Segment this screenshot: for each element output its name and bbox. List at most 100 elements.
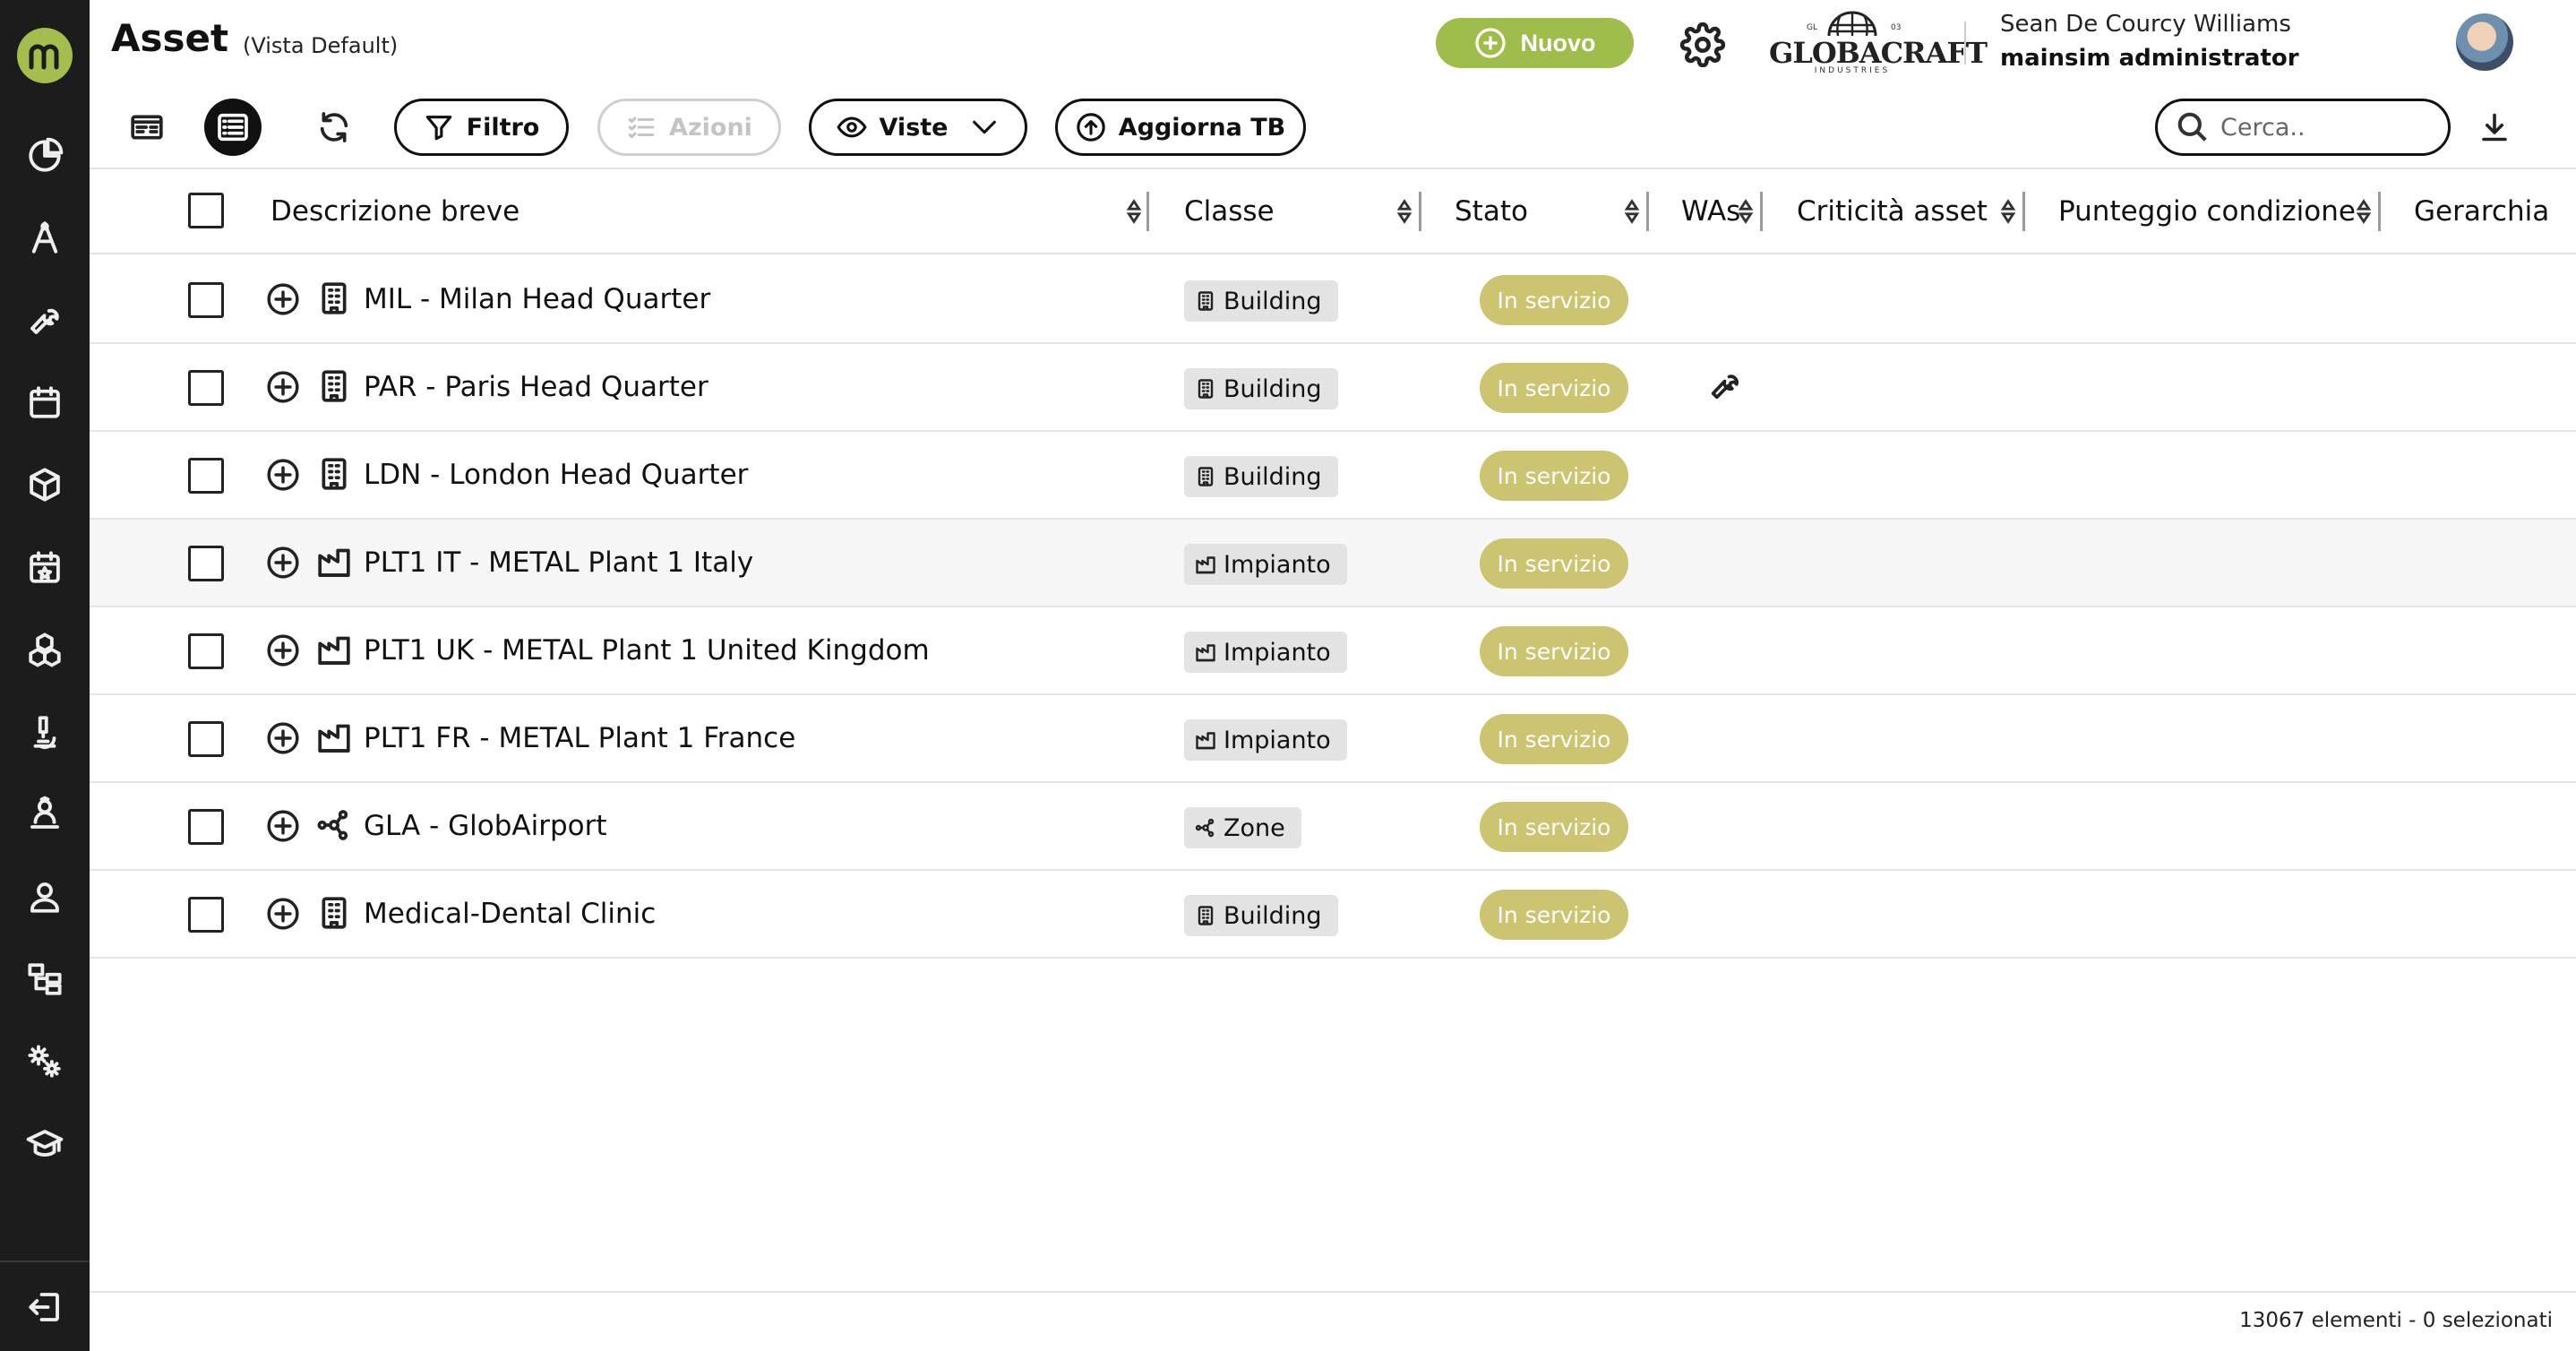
table-row[interactable]: LDN - London Head Quarter Building In serv… [90, 432, 2576, 520]
sidebar-item-events[interactable] [0, 535, 90, 599]
col-header-criticality[interactable]: Criticità asset [1797, 169, 1988, 253]
col-header-condition[interactable]: Punteggio condizione [2058, 169, 2356, 253]
expand-row-button[interactable] [266, 546, 300, 580]
sidebar-item-training[interactable] [0, 1112, 90, 1176]
logout-icon [29, 1293, 59, 1321]
asset-description[interactable]: LDN - London Head Quarter [364, 432, 748, 518]
col-divider[interactable] [1760, 192, 1763, 231]
row-checkbox[interactable] [188, 633, 224, 669]
sidebar-item-calendar[interactable] [0, 370, 90, 435]
table-row[interactable]: GLA - GlobAirport Zone In servizio [90, 783, 2576, 871]
expand-row-button[interactable] [266, 282, 300, 316]
plus-circle-icon [267, 459, 299, 491]
expand-row-button[interactable] [266, 458, 300, 492]
logout-button[interactable] [0, 1275, 90, 1339]
col-divider[interactable] [1419, 192, 1421, 231]
actions-button[interactable]: Azioni [597, 99, 781, 156]
asset-description[interactable]: MIL - Milan Head Quarter [364, 256, 710, 342]
views-dropdown[interactable]: Viste [809, 99, 1027, 156]
card-view-button[interactable] [118, 99, 176, 156]
asset-type-icon [316, 719, 352, 755]
factory-icon [1196, 732, 1215, 750]
sidebar-item-suppliers[interactable] [0, 782, 90, 847]
work-order-indicator[interactable] [1707, 367, 1747, 407]
wrench-icon [1711, 374, 1739, 400]
new-button[interactable]: Nuovo [1436, 18, 1634, 68]
sidebar-item-design[interactable] [0, 205, 90, 270]
table-row[interactable]: PLT1 FR - METAL Plant 1 France Impianto In… [90, 695, 2576, 783]
status-badge: In servizio [1480, 890, 1628, 940]
refresh-button[interactable] [305, 99, 363, 156]
table-row[interactable]: PAR - Paris Head Quarter Building In servi… [90, 344, 2576, 432]
settings-button[interactable] [1678, 20, 1728, 70]
asset-type-icon [316, 807, 352, 843]
asset-description[interactable]: PAR - Paris Head Quarter [364, 344, 708, 430]
status-badge: In servizio [1480, 451, 1628, 501]
sidebar-item-dashboard[interactable] [0, 124, 90, 188]
sidebar-item-inventory[interactable] [0, 452, 90, 517]
filter-button[interactable]: Filtro [394, 99, 569, 156]
row-checkbox[interactable] [188, 897, 224, 933]
row-checkbox[interactable] [188, 282, 224, 318]
plus-circle-icon [267, 283, 299, 315]
chevron-down-icon [973, 120, 997, 134]
col-header-hierarchy[interactable]: Gerarchia [2414, 169, 2549, 253]
search-box[interactable] [2155, 99, 2451, 156]
col-divider[interactable] [2022, 192, 2025, 231]
asset-description[interactable]: PLT1 UK - METAL Plant 1 United Kingdom [364, 607, 930, 693]
expand-row-button[interactable] [266, 370, 300, 404]
table-row[interactable]: MIL - Milan Head Quarter Building In servi… [90, 256, 2576, 344]
avatar[interactable] [2456, 13, 2513, 71]
boxes-icon [29, 632, 61, 667]
sidebar-item-settings[interactable] [0, 1029, 90, 1094]
mainsim-logo[interactable] [17, 28, 73, 83]
asset-description[interactable]: GLA - GlobAirport [364, 783, 607, 869]
asset-description[interactable]: Medical-Dental Clinic [364, 871, 656, 957]
table-row[interactable]: PLT1 IT - METAL Plant 1 Italy Impianto In … [90, 520, 2576, 607]
plus-circle-icon [267, 810, 299, 842]
col-header-description[interactable]: Descrizione breve [270, 169, 519, 253]
table-row[interactable]: PLT1 UK - METAL Plant 1 United Kingdom Im… [90, 607, 2576, 695]
id-card-icon [131, 115, 163, 140]
expand-row-button[interactable] [266, 633, 300, 667]
row-checkbox[interactable] [188, 721, 224, 757]
plus-circle-icon [267, 722, 299, 754]
row-checkbox[interactable] [188, 809, 224, 845]
table-row[interactable]: Medical-Dental Clinic Building In servizio [90, 871, 2576, 959]
col-divider[interactable] [1646, 192, 1649, 231]
sidebar-item-labs[interactable] [0, 700, 90, 764]
asset-class-tag: Impianto [1184, 719, 1347, 761]
select-all-checkbox[interactable] [188, 193, 224, 228]
asset-description[interactable]: PLT1 FR - METAL Plant 1 France [364, 695, 795, 781]
asset-type-icon [316, 895, 352, 931]
user-badge-icon [30, 796, 59, 829]
asset-class-tag: Building [1184, 280, 1338, 322]
row-checkbox[interactable] [188, 370, 224, 406]
sidebar-item-hierarchy[interactable] [0, 947, 90, 1011]
expand-row-button[interactable] [266, 809, 300, 843]
list-view-button[interactable] [204, 99, 262, 156]
gears-icon [28, 1045, 61, 1078]
row-checkbox[interactable] [188, 546, 224, 581]
col-header-status[interactable]: Stato [1455, 169, 1528, 253]
col-divider[interactable] [1146, 192, 1149, 231]
user-name: Sean De Courcy Williams [2000, 11, 2291, 38]
col-header-class[interactable]: Classe [1184, 169, 1275, 253]
expand-row-button[interactable] [266, 721, 300, 755]
globe-icon [1827, 11, 1877, 37]
sidebar-item-users[interactable] [0, 865, 90, 929]
sidebar-item-maintenance[interactable] [0, 288, 90, 352]
download-button[interactable] [2472, 105, 2517, 150]
sidebar-item-materials[interactable] [0, 617, 90, 682]
col-divider[interactable] [2378, 192, 2381, 231]
pie-chart-icon [29, 137, 64, 172]
col-header-was[interactable]: WAs [1681, 169, 1740, 253]
status-badge: In servizio [1480, 275, 1628, 325]
asset-description[interactable]: PLT1 IT - METAL Plant 1 Italy [364, 520, 753, 606]
search-input[interactable] [2220, 113, 2417, 142]
update-tb-button[interactable]: Aggiorna TB [1055, 99, 1306, 156]
expand-row-button[interactable] [266, 897, 300, 931]
hierarchy-icon [28, 963, 62, 995]
status-badge: In servizio [1480, 538, 1628, 589]
row-checkbox[interactable] [188, 458, 224, 494]
